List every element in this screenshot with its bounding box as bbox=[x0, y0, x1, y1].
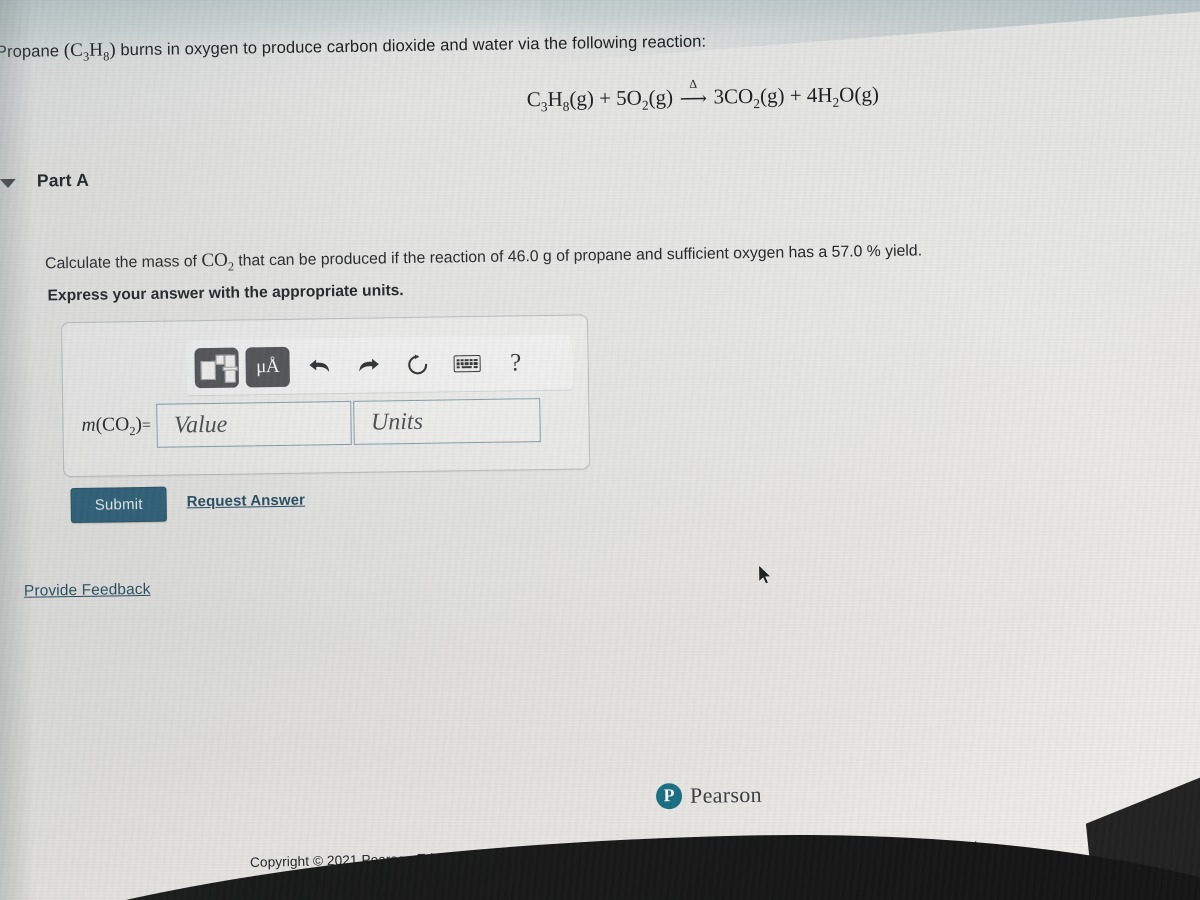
copyright-text: Copyright © 2021 Pearson Education Inc. … bbox=[249, 846, 623, 870]
footer-link-contact[interactable]: Contact Us bbox=[903, 839, 972, 855]
equation-product-1: 3CO2(g) bbox=[713, 83, 785, 112]
keyboard-button[interactable] bbox=[443, 342, 490, 385]
propane-formula: (C3H8) bbox=[63, 39, 116, 64]
footer-link-terms[interactable]: Terms of Use bbox=[631, 845, 713, 862]
chemical-equation: C3H8(g) + 5O2(g) Δ ⟶ 3CO2(g) + 4H2O(g) bbox=[526, 76, 880, 115]
equation-arrow-glyph: ⟶ bbox=[679, 88, 708, 110]
template-button[interactable] bbox=[194, 347, 239, 388]
footer-link-permissions[interactable]: Permissions bbox=[818, 841, 893, 858]
help-button[interactable]: ? bbox=[492, 342, 539, 385]
problem-intro: Propane (C3H8) burns in oxygen to produc… bbox=[0, 31, 706, 66]
footer-sep-3: | bbox=[811, 842, 816, 858]
answer-label-equals: = bbox=[141, 416, 152, 434]
keyboard-icon bbox=[453, 354, 481, 373]
math-toolbar: μÅ ? bbox=[186, 334, 574, 397]
footer-sep-5: | bbox=[973, 839, 978, 855]
mouse-pointer-icon bbox=[757, 563, 775, 593]
answer-label: m(CO2)= bbox=[81, 413, 152, 438]
answer-units-input[interactable]: Units bbox=[353, 398, 542, 445]
units-button[interactable]: μÅ bbox=[245, 346, 290, 387]
answer-instruction: Express your answer with the appropriate… bbox=[47, 282, 404, 305]
provide-feedback-link[interactable]: Provide Feedback bbox=[24, 581, 151, 601]
question-text-after: that can be produced if the reaction of … bbox=[233, 242, 923, 270]
undo-button[interactable] bbox=[296, 345, 343, 388]
answer-units-placeholder: Units bbox=[370, 408, 424, 436]
photographed-screen: Propane (C3H8) burns in oxygen to produc… bbox=[0, 0, 1200, 900]
answer-label-m: m bbox=[81, 414, 96, 436]
question-mark-icon: ? bbox=[509, 348, 522, 377]
submit-button[interactable]: Submit bbox=[70, 486, 167, 524]
problem-intro-after: burns in oxygen to produce carbon dioxid… bbox=[115, 32, 707, 60]
answer-field-row: m(CO2)= Value Units bbox=[81, 398, 542, 449]
footer-link-privacy[interactable]: Privacy Policy bbox=[722, 843, 808, 860]
screen-surface: Propane (C3H8) burns in oxygen to produc… bbox=[0, 0, 1200, 900]
request-answer-link[interactable]: Request Answer bbox=[187, 492, 306, 511]
redo-button[interactable] bbox=[345, 344, 392, 387]
equation-plus-1: + bbox=[598, 86, 612, 111]
micro-angstrom-icon: μÅ bbox=[256, 355, 280, 377]
answer-value-placeholder: Value bbox=[173, 411, 228, 439]
equation-reactant-1: C3H8(g) bbox=[526, 86, 595, 115]
problem-intro-before: Propane bbox=[0, 42, 64, 62]
triangle-down-icon[interactable] bbox=[0, 178, 16, 188]
part-a-question: Calculate the mass of CO2 that can be pr… bbox=[45, 239, 922, 277]
page-content: Propane (C3H8) burns in oxygen to produc… bbox=[0, 0, 1200, 900]
reset-button[interactable] bbox=[394, 343, 441, 386]
pearson-branding: P Pearson bbox=[655, 781, 763, 810]
undo-icon bbox=[307, 355, 331, 377]
answer-panel: μÅ ? m(CO2)= Value Units bbox=[60, 314, 591, 478]
reset-icon bbox=[405, 352, 429, 376]
question-text-before: Calculate the mass of bbox=[44, 253, 202, 273]
answer-value-input[interactable]: Value bbox=[156, 400, 353, 448]
redo-icon bbox=[356, 354, 380, 376]
template-icon bbox=[200, 353, 238, 383]
equation-plus-2: + bbox=[789, 83, 802, 108]
part-a-label: Part A bbox=[36, 169, 90, 191]
part-a-header[interactable]: Part A bbox=[0, 170, 89, 192]
equation-arrow: Δ ⟶ bbox=[678, 76, 708, 110]
footer-sep-4: | bbox=[895, 840, 900, 856]
pearson-wordmark: Pearson bbox=[689, 781, 763, 808]
pearson-logo-icon: P bbox=[655, 783, 683, 810]
footer-copyright: Copyright © 2021 Pearson Education Inc. … bbox=[250, 839, 981, 870]
footer-sep-1: | bbox=[624, 846, 629, 862]
equation-product-2: 4H2O(g) bbox=[806, 82, 880, 110]
equation-arrow-delta-label: Δ bbox=[689, 76, 698, 91]
co2-formula: CO2 bbox=[201, 249, 235, 274]
equation-reactant-2: 5O2(g) bbox=[616, 85, 674, 113]
